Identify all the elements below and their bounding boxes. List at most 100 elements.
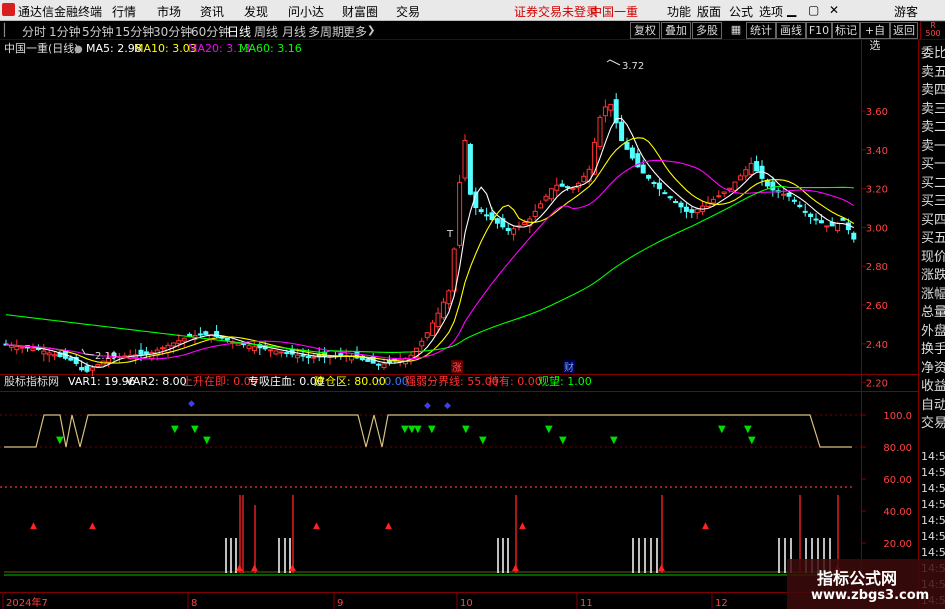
menu-faxian[interactable]: 发现 [244, 3, 268, 20]
menu-gongneng[interactable]: 功能 [667, 3, 691, 20]
period-weekly[interactable]: 周线 [254, 23, 278, 40]
candle-body [818, 220, 824, 224]
period-more[interactable]: 更多 [343, 23, 367, 40]
tool-fuquan[interactable]: 复权 [630, 22, 660, 39]
cai-marker[interactable]: 财 [564, 361, 574, 374]
tool-huaxian[interactable]: 画线 [776, 22, 806, 39]
quote-label: 卖五 [921, 64, 945, 80]
red-up-arrow-icon: ▲ [251, 563, 258, 573]
user-label[interactable]: 游客 [894, 3, 918, 20]
indicator-y-tick: 100.0 [883, 411, 912, 422]
tool-tongji[interactable]: 统计 [746, 22, 776, 39]
period-multi[interactable]: 多周期 [308, 23, 344, 40]
candle-body [419, 340, 425, 347]
login-notice[interactable]: 证券交易未登录 [514, 3, 598, 20]
candle-body [565, 186, 571, 189]
tool-f10[interactable]: F10 [806, 22, 832, 39]
quote-label: 换手 [921, 342, 945, 357]
period-toolbar: ▏ 分时 1分钟 5分钟 15分钟 30分钟 60分钟 日线 周线 月线 多周期… [0, 21, 945, 52]
quote-side-panel: 委比 卖五 卖四 卖三 卖二 卖一 买一 买二 买三 买四 买五 现价 涨跌 涨幅 总量 外盘 换手 净资 收益 自动… [918, 40, 945, 609]
tool-zixuan[interactable]: +自选 [860, 22, 890, 52]
candle-body [467, 144, 473, 195]
tool-diejia[interactable]: 叠加 [661, 22, 691, 39]
tool-biaoji[interactable]: 标记 [832, 22, 860, 39]
menu-jiaoyi[interactable]: 交易 [396, 3, 420, 20]
candle-body [748, 162, 754, 175]
period-60min[interactable]: 60分钟 [191, 23, 230, 40]
candle-body [197, 333, 203, 336]
candle-body [268, 349, 274, 352]
candle-body [851, 232, 857, 240]
zhang-marker[interactable]: 涨 [452, 362, 462, 374]
x-tick-label: 9 [337, 598, 343, 609]
period-1min[interactable]: 1分钟 [49, 23, 81, 40]
settings-circle-icon[interactable]: ● [74, 44, 83, 55]
candle-body [651, 182, 657, 185]
menu-zixun[interactable]: 资讯 [200, 3, 224, 20]
close-icon[interactable]: ✕ [829, 3, 839, 17]
tool-duogu[interactable]: 多股 [692, 22, 722, 39]
candle-body [624, 141, 630, 150]
period-daily[interactable]: 日线 [227, 23, 251, 40]
more-chevron-icon[interactable]: ❯ [367, 25, 375, 36]
sidebar-toggle-icon[interactable]: ▏ [4, 23, 13, 37]
candle-body [689, 209, 695, 213]
kline-chart-area[interactable]: ▼▼▼▼▼▼▼▼▼▼▼▼▼▼▼▼◆◆◆▲▲▲▲▲▲ ▲▲▲▲▲▲ 中国一重(日线… [0, 40, 918, 609]
candle-body [716, 195, 722, 198]
main-y-tick: 2.60 [866, 301, 888, 312]
menu-hangqing[interactable]: 行情 [112, 3, 136, 20]
candle-body [181, 337, 187, 342]
blue-var-label: : 0.00 [377, 375, 409, 388]
guanwang-label: 观望: 1.00 [538, 375, 592, 388]
quote-label: 卖三 [921, 101, 945, 117]
candle-body [122, 355, 128, 358]
candle-body [710, 198, 716, 204]
quote-label: 买四 [921, 212, 945, 228]
period-30min[interactable]: 30分钟 [153, 23, 192, 40]
candle-body [484, 214, 490, 217]
period-fenshi[interactable]: 分时 [22, 23, 46, 40]
candle-body [224, 337, 230, 341]
red-up-arrow-icon: ▲ [289, 563, 296, 573]
candle-body [602, 106, 608, 117]
candle-body [338, 353, 344, 357]
candle-body [813, 218, 819, 221]
period-monthly[interactable]: 月线 [282, 23, 306, 40]
menu-caifuquan[interactable]: 财富圈 [342, 3, 378, 20]
candle-body [462, 139, 468, 179]
r-badge-number: 500 [925, 29, 941, 38]
menu-banmian[interactable]: 版面 [697, 3, 721, 20]
menu-wenxiaoda[interactable]: 问小达 [288, 3, 324, 20]
candle-body [835, 222, 841, 232]
red-up-triangle-icon: ▲ [313, 521, 320, 531]
candle-body [721, 191, 727, 195]
red-up-arrow-icon: ▲ [512, 563, 519, 573]
tool-fanhui[interactable]: 返回 [890, 22, 918, 39]
restore-icon[interactable]: ▢ [808, 3, 819, 17]
period-15min[interactable]: 15分钟 [115, 23, 154, 40]
menu-shichang[interactable]: 市场 [157, 3, 181, 20]
menu-gongshi[interactable]: 公式 [729, 3, 753, 20]
candle-body [754, 161, 760, 172]
candle-body [538, 203, 544, 209]
quote-label: 买五 [921, 231, 945, 246]
green-down-arrow-icon: ▼ [414, 424, 422, 435]
candle-body [559, 183, 565, 187]
candle-body [246, 345, 252, 349]
r-badge[interactable]: R 500 [920, 21, 945, 41]
app-title: 通达信金融终端 [18, 5, 103, 19]
red-up-triangle-icon: ▲ [519, 521, 526, 531]
quote-label: 买三 [921, 194, 945, 209]
quote-label: 收益 [921, 379, 945, 394]
red-up-arrow-icon: ▲ [236, 563, 243, 573]
menu-xuanxiang[interactable]: 选项 [759, 3, 783, 20]
watermark-url: www.zbgs3.com [811, 588, 930, 603]
ma20-line [5, 159, 855, 360]
minimize-icon[interactable]: ▁ [787, 3, 796, 17]
quote-label: 外盘 [921, 323, 945, 339]
candle-body [732, 181, 738, 191]
quote-label: 总量 [921, 305, 945, 320]
period-5min[interactable]: 5分钟 [82, 23, 114, 40]
candle-body [673, 201, 679, 204]
candle-body [424, 332, 430, 338]
